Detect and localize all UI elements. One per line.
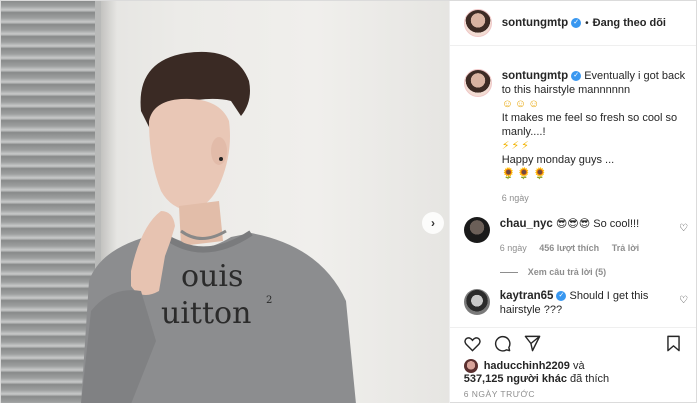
caption-emoji-lightning: ⚡⚡⚡ (501, 140, 531, 152)
author-username[interactable]: sontungmtp (502, 17, 568, 29)
post-side-panel: sontungmtp ✓ • Đang theo dõi sontungmtp ✓… (448, 1, 696, 403)
post-header: sontungmtp ✓ • Đang theo dõi (449, 1, 696, 46)
verified-badge-icon: ✓ (556, 291, 567, 302)
likes-first-row: haducchinh2209 và (463, 359, 686, 373)
verified-badge-icon: ✓ (571, 71, 582, 82)
post-photo[interactable]: ouis uitton 2 › (1, 1, 449, 403)
author-info: sontungmtp ✓ • Đang theo dõi (502, 17, 666, 29)
caption-line-4: manly....! (501, 126, 546, 138)
share-button[interactable] (522, 333, 544, 355)
post-caption: sontungmtp ✓ Eventually i got back to thi… (463, 69, 686, 205)
view-replies-label: Xem câu trả lời (5) (527, 267, 607, 277)
likes-second-row: 537,125 người khác đã thích (464, 373, 686, 386)
comment-body: chau_nyc 😎😎😎 So cool!!! 6 ngày 456 lượt … (500, 217, 680, 255)
comments-list[interactable]: sontungmtp ✓ Eventually i got back to thi… (450, 47, 696, 327)
chevron-right-icon: › (431, 216, 435, 230)
comment-body: kaytran65 ✓ Should I get this hairstyle ?… (500, 289, 680, 317)
svg-text:ouis: ouis (181, 259, 243, 294)
caption-line-2: to this hairstyle mannnnnn (501, 84, 631, 96)
replies-divider-line (499, 271, 518, 273)
caption-time[interactable]: 6 ngày (502, 191, 682, 205)
likes-others-count[interactable]: 537,125 người khác (464, 373, 567, 385)
photo-person-illustration: ouis uitton 2 (81, 51, 356, 403)
author-avatar[interactable] (463, 9, 492, 37)
heart-icon (464, 337, 481, 352)
caption-username[interactable]: sontungmtp (502, 70, 568, 82)
caption-body: sontungmtp ✓ Eventually i got back to thi… (501, 69, 686, 205)
view-replies-button[interactable]: Xem câu trả lời (5) (499, 267, 682, 277)
likes-summary: haducchinh2209 và 537,125 người khác đã … (463, 359, 686, 386)
first-liker-username[interactable]: haducchinh2209 (484, 360, 570, 373)
save-button[interactable] (662, 333, 684, 355)
like-button[interactable] (462, 333, 484, 355)
commenter-avatar[interactable] (463, 289, 490, 315)
svg-text:uitton: uitton (161, 296, 251, 331)
comment-time[interactable]: 6 ngày (500, 243, 527, 253)
post-actions-bar (449, 327, 696, 359)
comment-text: 😎😎😎 So cool!!! (555, 218, 640, 230)
next-photo-button[interactable]: › (422, 212, 444, 234)
caption-line-5: Happy monday guys ... (501, 154, 615, 166)
caption-line-1: Eventually i got back (584, 70, 686, 82)
svg-text:2: 2 (266, 295, 272, 306)
caption-emoji-sunflower: 🌻🌻🌻 (501, 168, 549, 180)
caption-author-avatar[interactable] (463, 69, 492, 97)
comment-button[interactable] (492, 333, 514, 355)
comment-like-heart-icon[interactable]: ♡ (679, 223, 688, 234)
verified-badge-icon: ✓ (571, 18, 582, 28)
comment-item: kaytran65 ✓ Should I get this hairstyle ?… (463, 289, 688, 317)
commenter-avatar[interactable] (463, 217, 490, 243)
caption-emoji-smile: ☺☺☺ (501, 98, 542, 110)
post-timestamp[interactable]: 6 NGÀY TRƯỚC (464, 389, 535, 399)
comment-likes-count[interactable]: 456 lượt thích (539, 243, 599, 253)
caption-line-3: It makes me feel so fresh so cool so (501, 112, 678, 124)
bookmark-icon (666, 335, 680, 352)
likes-and-text: và (572, 359, 585, 372)
paper-plane-icon (524, 335, 541, 352)
comment-username[interactable]: kaytran65 (500, 290, 554, 302)
comment-reply-button[interactable]: Trả lời (612, 243, 639, 253)
likes-suffix-text: đã thích (570, 373, 610, 385)
following-button[interactable]: Đang theo dõi (593, 17, 666, 29)
post-container: ouis uitton 2 › sontungmtp ✓ • Đang theo… (0, 0, 697, 403)
comment-like-heart-icon[interactable]: ♡ (679, 295, 688, 306)
comment-username[interactable]: chau_nyc (500, 218, 553, 230)
comment-meta: 6 ngày 456 lượt thích Trả lời (500, 241, 680, 255)
liker-avatar[interactable] (463, 359, 478, 373)
separator-dot: • (585, 17, 589, 29)
comment-item: chau_nyc 😎😎😎 So cool!!! 6 ngày 456 lượt … (463, 217, 688, 255)
comment-bubble-icon (495, 335, 511, 352)
